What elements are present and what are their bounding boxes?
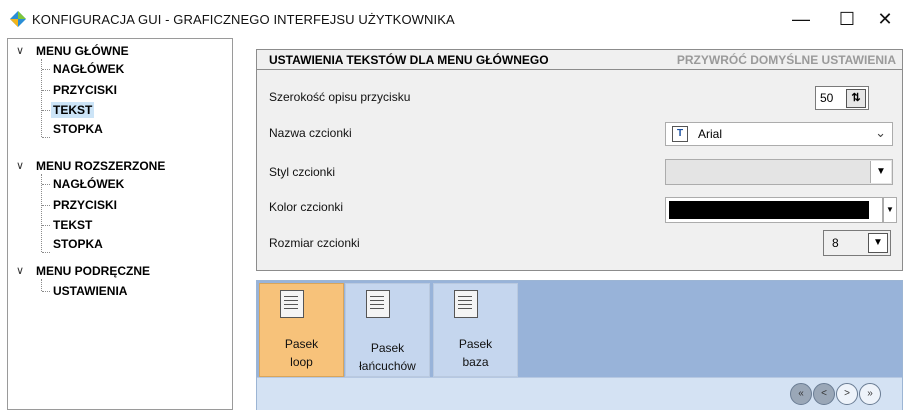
tile-label-line2: łańcuchów <box>359 359 416 373</box>
document-icon <box>366 290 390 318</box>
font-icon: T <box>672 126 688 142</box>
toolbar-nav-bar: « < > » <box>257 377 902 410</box>
tree-connector <box>41 59 42 137</box>
tree-connector <box>41 174 42 252</box>
close-button[interactable]: ✕ <box>862 0 908 38</box>
last-page-button[interactable]: » <box>859 383 881 405</box>
toolbar-tile-loop[interactable]: Pasek loop <box>259 283 344 377</box>
tree-item-przyciski[interactable]: PRZYCISKI <box>51 82 119 98</box>
window-title: KONFIGURACJA GUI - GRAFICZNEGO INTERFEJS… <box>32 12 455 27</box>
tree-item-ustawienia[interactable]: USTAWIENIA <box>51 283 129 299</box>
tile-label-line2: loop <box>290 355 313 369</box>
settings-title: USTAWIENIA TEKSTÓW DLA MENU GŁÓWNEGO <box>269 53 549 67</box>
tree-item-stopka[interactable]: STOPKA <box>51 121 105 137</box>
tree-group-menu-glowne[interactable]: MENU GŁÓWNE <box>34 43 131 59</box>
menu-tree[interactable]: ∨ MENU GŁÓWNE NAGŁÓWEK PRZYCISKI TEKST S… <box>7 38 233 410</box>
chevron-down-icon[interactable]: ⌄ <box>875 125 886 141</box>
tile-label-line1: Pasek <box>284 337 319 351</box>
document-icon <box>454 290 478 318</box>
tree-connector <box>42 69 50 70</box>
tile-label-line2: baza <box>462 355 489 369</box>
font-color-swatch[interactable] <box>669 201 869 219</box>
tree-connector <box>42 291 50 292</box>
font-style-select[interactable]: ▼ <box>665 159 893 185</box>
font-color-label: Kolor czcionki <box>269 200 344 214</box>
toolbar-preview: Pasek loop Pasek łańcuchów Pasek baza « … <box>256 280 903 410</box>
tree-connector <box>42 184 50 185</box>
button-width-value[interactable]: 50 <box>820 91 833 105</box>
first-page-button[interactable]: « <box>790 383 812 405</box>
tree-connector <box>42 225 50 226</box>
font-size-select[interactable]: 8 ▼ <box>823 230 891 256</box>
minimize-button[interactable]: — <box>778 0 824 38</box>
tree-connector <box>42 110 50 111</box>
tree-item-tekst-selected[interactable]: TEKST <box>51 102 95 118</box>
chevron-down-icon[interactable]: ∨ <box>16 264 24 277</box>
font-name-label: Nazwa czcionki <box>269 126 352 140</box>
font-name-value[interactable]: Arial <box>698 127 722 141</box>
font-size-label: Rozmiar czcionki <box>269 236 360 250</box>
chevron-down-icon[interactable]: ∨ <box>16 159 24 172</box>
tile-label-line1: Pasek <box>370 341 405 355</box>
previous-page-button[interactable]: < <box>813 383 835 405</box>
toolbar-tile-lancuchow[interactable]: Pasek łańcuchów <box>345 283 430 377</box>
tree-connector <box>41 279 42 291</box>
spin-updown-icon[interactable]: ⇅ <box>846 89 866 108</box>
tree-connector <box>42 205 50 206</box>
document-icon <box>280 290 304 318</box>
tree-group-menu-podreczne[interactable]: MENU PODRĘCZNE <box>34 263 152 279</box>
font-color-picker[interactable] <box>665 197 883 223</box>
tile-label-line1: Pasek <box>458 337 493 351</box>
dropdown-arrow-icon[interactable]: ▼ <box>870 161 891 183</box>
tree-connector <box>42 252 50 253</box>
font-name-select[interactable]: T Arial ⌄ <box>665 122 893 146</box>
font-style-label: Styl czcionki <box>269 165 336 179</box>
chevron-down-icon[interactable]: ∨ <box>16 44 24 57</box>
dropdown-arrow-icon[interactable]: ▼ <box>868 233 888 253</box>
text-settings-panel: USTAWIENIA TEKSTÓW DLA MENU GŁÓWNEGO PRZ… <box>256 49 903 271</box>
button-width-spinner[interactable]: 50 ⇅ <box>815 86 869 110</box>
toolbar-tile-baza[interactable]: Pasek baza <box>433 283 518 377</box>
app-logo-icon <box>10 11 26 27</box>
next-page-button[interactable]: > <box>836 383 858 405</box>
button-width-label: Szerokość opisu przycisku <box>269 90 411 104</box>
font-size-value[interactable]: 8 <box>832 236 839 250</box>
tree-item-tekst[interactable]: TEKST <box>51 217 94 233</box>
tree-item-stopka[interactable]: STOPKA <box>51 236 105 252</box>
tree-item-naglowek[interactable]: NAGŁÓWEK <box>51 176 126 192</box>
tree-connector <box>42 137 50 138</box>
tree-item-przyciski[interactable]: PRZYCISKI <box>51 197 119 213</box>
settings-header: USTAWIENIA TEKSTÓW DLA MENU GŁÓWNEGO PRZ… <box>257 50 902 70</box>
tree-connector <box>42 90 50 91</box>
tree-group-menu-rozszerzone[interactable]: MENU ROZSZERZONE <box>34 158 167 174</box>
reset-defaults-button[interactable]: PRZYWRÓĆ DOMYŚLNE USTAWIENIA <box>677 53 896 67</box>
title-bar: KONFIGURACJA GUI - GRAFICZNEGO INTERFEJS… <box>0 0 908 38</box>
color-dropdown-arrow-icon[interactable]: ▼ <box>883 197 897 223</box>
tree-item-naglowek[interactable]: NAGŁÓWEK <box>51 61 126 77</box>
